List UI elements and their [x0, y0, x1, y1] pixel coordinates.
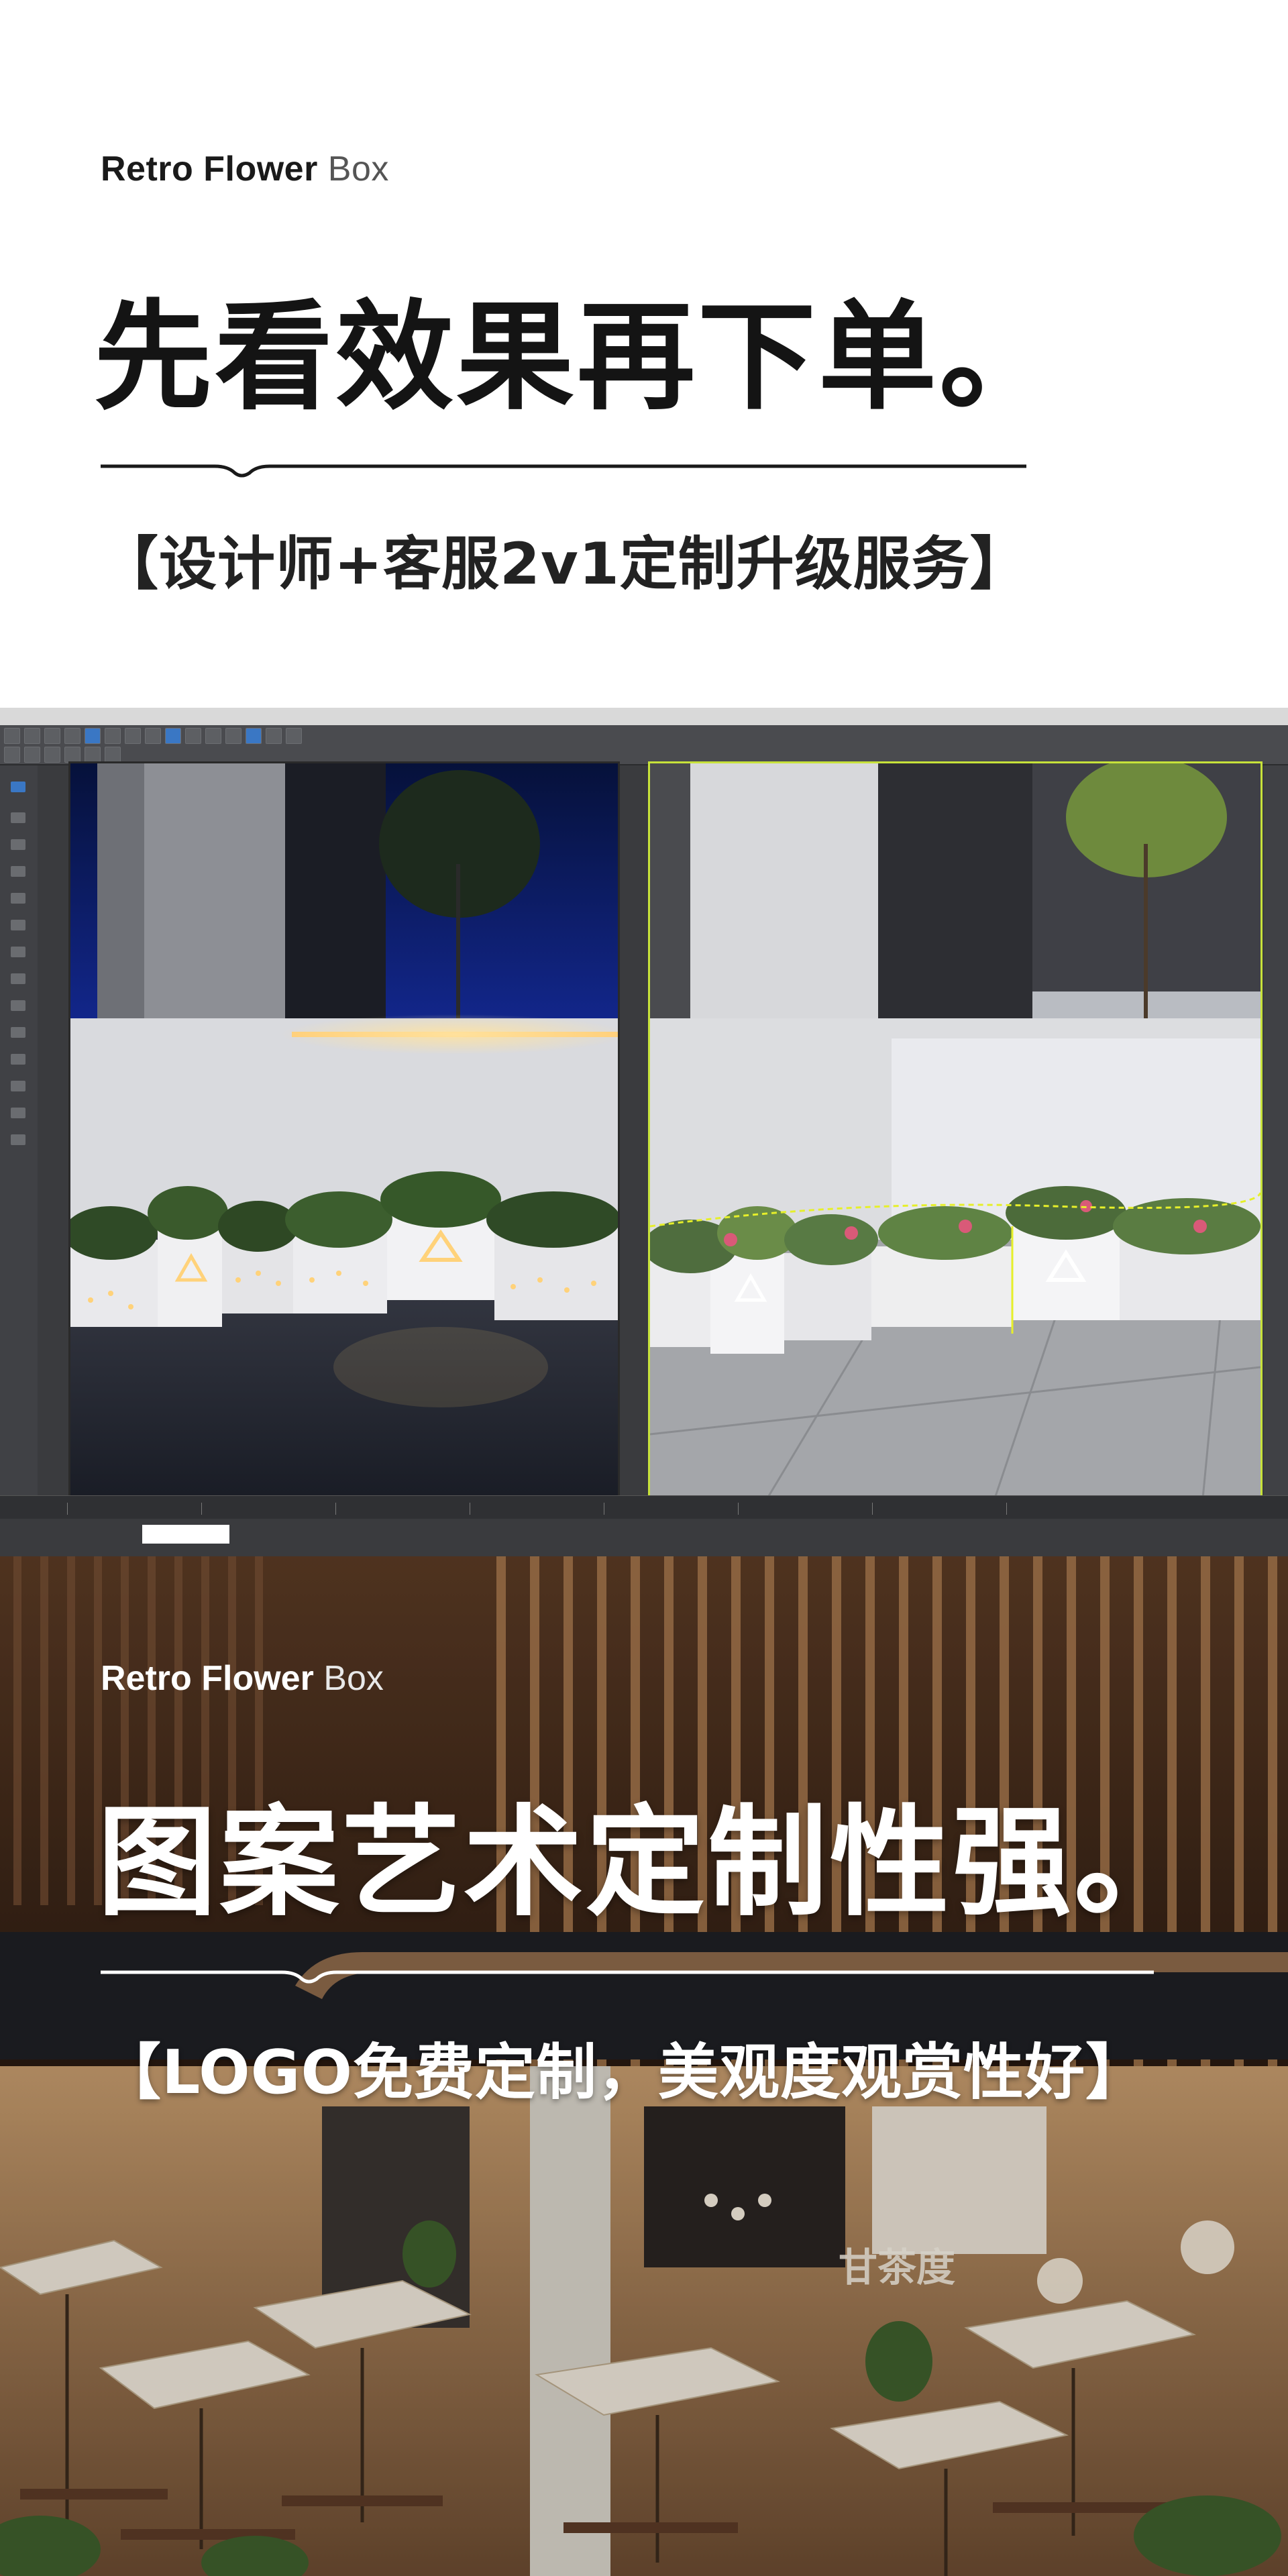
- layer-icon[interactable]: [225, 728, 241, 744]
- cafe-render-section: 甘茶度 Retro Flower Box 图案艺术定制性强。 【LOGO免费定制…: [0, 1556, 1288, 2576]
- scale-icon[interactable]: [145, 728, 161, 744]
- move-icon[interactable]: [105, 728, 121, 744]
- redo-icon[interactable]: [24, 728, 40, 744]
- app-toolbar: [0, 725, 1288, 765]
- display-icon[interactable]: [85, 747, 101, 763]
- tool-icon[interactable]: [11, 1054, 25, 1065]
- motion-icon[interactable]: [64, 747, 80, 763]
- tool-icon[interactable]: [11, 947, 25, 957]
- perspective-viewport-image: [650, 763, 1260, 1526]
- headline-2: 图案艺术定制性强。: [97, 1793, 1196, 1932]
- unlink-icon[interactable]: [64, 728, 80, 744]
- create-icon[interactable]: [4, 747, 20, 763]
- hierarchy-icon[interactable]: [44, 747, 60, 763]
- viewport-perspective[interactable]: [648, 761, 1263, 1528]
- tool-icon[interactable]: [11, 1027, 25, 1038]
- toolbar-row-bottom: [4, 747, 121, 763]
- render-icon[interactable]: [266, 728, 282, 744]
- tool-icon[interactable]: [11, 973, 25, 984]
- maxscript-listener[interactable]: [142, 1525, 229, 1544]
- app-titlebar: [0, 708, 1288, 725]
- tool-icon[interactable]: [11, 1108, 25, 1118]
- tool-icon[interactable]: [11, 812, 25, 823]
- tool-icon[interactable]: [11, 920, 25, 930]
- brand-bold: Retro Flower: [101, 150, 318, 189]
- viewport-night-render[interactable]: [68, 761, 620, 1528]
- night-render-image: [70, 763, 618, 1526]
- brand-logo-text-2: Retro Flower Box: [101, 1658, 384, 1699]
- brand-bold-2: Retro Flower: [101, 1659, 314, 1698]
- undo-icon[interactable]: [4, 728, 20, 744]
- mirror-icon[interactable]: [185, 728, 201, 744]
- subheadline-2: 【LOGO免费定制，美观度观赏性好】: [101, 2037, 1147, 2108]
- right-command-panel: [1264, 765, 1288, 1497]
- headline-underline: [101, 464, 1026, 478]
- tool-icon[interactable]: [11, 1000, 25, 1011]
- material-editor-icon[interactable]: [286, 728, 302, 744]
- select-icon[interactable]: [85, 728, 101, 744]
- align-icon[interactable]: [205, 728, 221, 744]
- render-setup-icon[interactable]: [246, 728, 262, 744]
- left-command-bar: [0, 765, 38, 1497]
- headline: 先看效果再下单。: [94, 288, 1061, 426]
- headline-underline-2: [101, 1970, 1154, 1984]
- brand-light-2: Box: [313, 1659, 384, 1698]
- tool-icon[interactable]: [11, 1081, 25, 1091]
- page: Retro Flower Box 先看效果再下单。 【设计师+客服2v1定制升级…: [0, 0, 1288, 2576]
- modify-icon[interactable]: [24, 747, 40, 763]
- software-screenshot: [0, 708, 1288, 1556]
- brand-light: Box: [317, 150, 389, 189]
- link-icon[interactable]: [44, 728, 60, 744]
- rotate-icon[interactable]: [125, 728, 141, 744]
- tool-icon[interactable]: [11, 1134, 25, 1145]
- subheadline: 【设计师+客服2v1定制升级服务】: [101, 531, 1028, 598]
- timeline-slider[interactable]: [0, 1495, 1288, 1519]
- snap-icon[interactable]: [165, 728, 181, 744]
- tool-icon[interactable]: [11, 866, 25, 877]
- intro-section: Retro Flower Box 先看效果再下单。 【设计师+客服2v1定制升级…: [0, 0, 1288, 708]
- brand-logo-text: Retro Flower Box: [101, 149, 389, 189]
- tool-icon[interactable]: [11, 839, 25, 850]
- utilities-icon[interactable]: [105, 747, 121, 763]
- tool-icon[interactable]: [11, 782, 25, 792]
- toolbar-row-top: [4, 728, 302, 744]
- tool-icon[interactable]: [11, 893, 25, 904]
